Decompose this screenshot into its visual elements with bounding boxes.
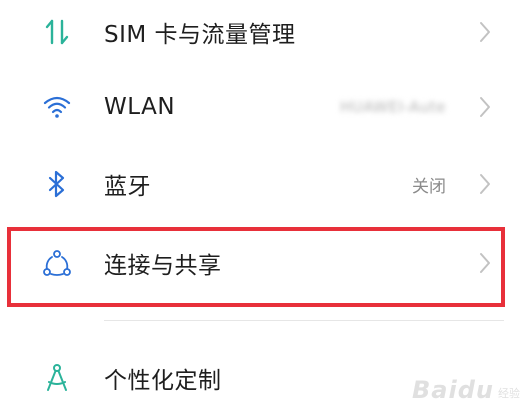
settings-item-label: 个性化定制: [104, 368, 222, 394]
settings-item-bluetooth[interactable]: 蓝牙 关闭: [0, 146, 528, 222]
chevron-right-icon: [478, 251, 492, 275]
settings-item-connection-share[interactable]: 连接与共享: [0, 225, 528, 301]
bluetooth-icon: [42, 169, 72, 199]
chevron-right-icon: [478, 95, 492, 119]
connection-share-icon: [42, 248, 72, 278]
bluetooth-status: 关闭: [412, 176, 446, 197]
watermark-sub: 经验: [498, 387, 520, 400]
compass-icon: [42, 363, 72, 393]
chevron-right-icon: [478, 20, 492, 44]
settings-item-label: SIM 卡与流量管理: [104, 22, 296, 48]
wifi-icon: [42, 92, 72, 122]
section-divider: [104, 320, 504, 321]
wlan-network-name: HUAWEI-Aute: [340, 98, 446, 116]
sim-data-arrows-icon: [42, 17, 72, 47]
settings-item-label: 连接与共享: [104, 253, 222, 279]
watermark-text: Baidu: [412, 376, 494, 404]
settings-item-wlan[interactable]: WLAN HUAWEI-Aute: [0, 69, 528, 145]
settings-screen: SIM 卡与流量管理 WLAN HUAWEI-Aute 蓝牙 关闭 连接与共享 …: [0, 0, 528, 410]
settings-item-label: 蓝牙: [104, 174, 151, 200]
baidu-watermark: Baidu 经验: [412, 376, 520, 404]
settings-item-label: WLAN: [104, 94, 176, 120]
settings-item-sim-data[interactable]: SIM 卡与流量管理: [0, 0, 528, 70]
chevron-right-icon: [478, 172, 492, 196]
